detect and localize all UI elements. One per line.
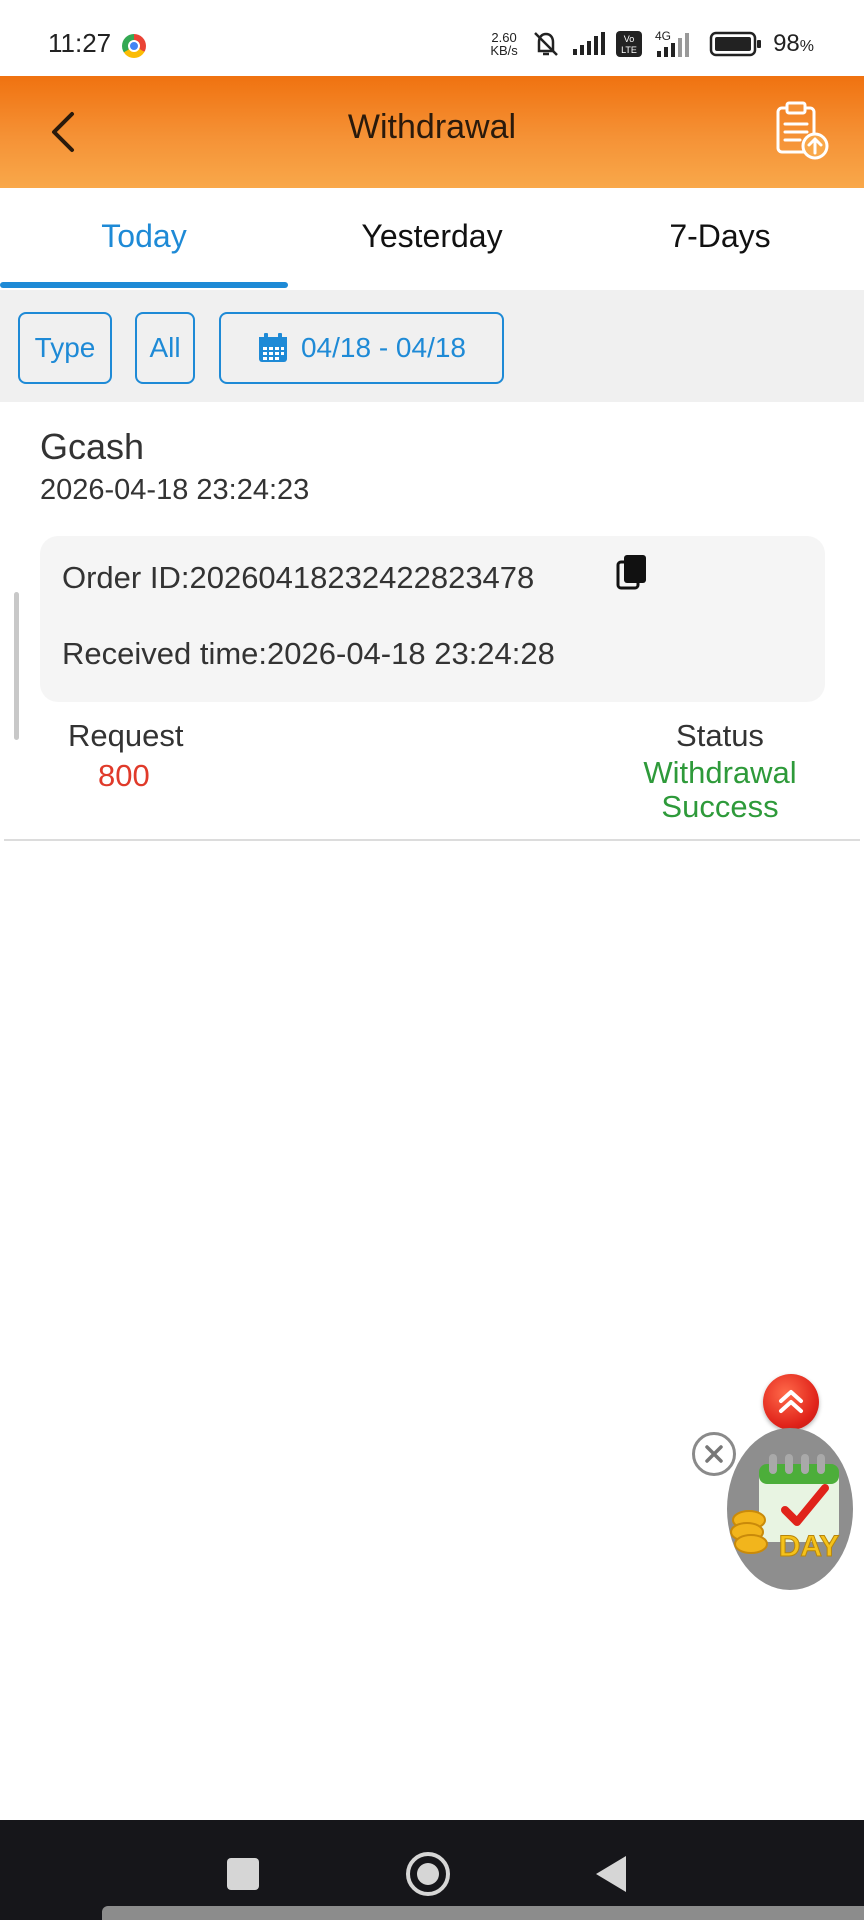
close-widget-button[interactable] — [692, 1432, 736, 1476]
tab-7-days[interactable]: 7-Days — [576, 188, 864, 290]
status-icons: 2.60 KB/s Vo LTE 4G 98% — [487, 26, 814, 62]
back-nav-button[interactable] — [596, 1856, 626, 1892]
recents-button[interactable] — [227, 1858, 259, 1890]
request-amount: 800 — [98, 758, 150, 793]
calendar-icon — [258, 333, 287, 362]
tab-today[interactable]: Today — [0, 188, 288, 290]
tab-yesterday[interactable]: Yesterday — [288, 188, 576, 290]
battery-percent: 98% — [773, 30, 814, 57]
app-header: Withdrawal — [0, 76, 864, 188]
list-item: Gcash 2026-04-18 23:24:23 Order ID:20260… — [0, 402, 864, 842]
all-filter-button[interactable]: All — [135, 312, 195, 384]
system-nav-bar — [0, 1820, 864, 1920]
record-datetime: 2026-04-18 23:24:23 — [40, 474, 310, 506]
received-time: Received time:2026-04-18 23:24:28 — [62, 636, 555, 671]
order-details: Order ID:20260418232422823478 Received t… — [40, 536, 825, 702]
status-badge: Withdrawal Success — [643, 755, 797, 824]
double-chevron-up-icon — [779, 1390, 803, 1413]
volte-icon: Vo LTE — [616, 31, 643, 57]
date-tabs: Today Yesterday 7-Days — [0, 188, 864, 290]
type-filter-button[interactable]: Type — [18, 312, 112, 384]
calendar-check-icon: DAY — [730, 1454, 840, 1564]
status-label: Status — [676, 718, 764, 753]
status-time: 11:27 — [48, 28, 112, 58]
svg-text:LTE: LTE — [621, 45, 637, 55]
network-speed: 2.60 KB/s — [487, 31, 521, 57]
scroll-top-button[interactable] — [763, 1374, 819, 1430]
type-filter-label: Type — [34, 332, 96, 363]
payment-method: Gcash — [40, 426, 145, 467]
signal-4g-icon: 4G — [655, 29, 690, 57]
page-title: Withdrawal — [347, 108, 517, 146]
daily-checkin-widget[interactable]: DAY — [727, 1428, 853, 1590]
divider — [4, 839, 860, 841]
daily-label: DAY — [779, 1530, 840, 1563]
svg-text:Vo: Vo — [624, 34, 635, 44]
request-label: Request — [68, 718, 184, 753]
bell-muted-icon — [534, 32, 558, 56]
clipboard-upload-icon[interactable] — [774, 100, 830, 162]
scroll-indicator — [14, 592, 19, 740]
copy-icon[interactable] — [616, 552, 648, 594]
date-range-label: 04/18 - 04/18 — [300, 332, 467, 363]
battery-icon — [709, 31, 762, 57]
network-type-label: 4G — [655, 29, 671, 43]
status-bar: 11:27 2.60 KB/s Vo LTE 4G 98% — [0, 0, 864, 76]
filter-bar: Type All 04/18 - 04/18 — [0, 290, 864, 402]
all-filter-label: All — [149, 332, 181, 363]
close-icon — [705, 1445, 723, 1463]
gesture-bar — [102, 1906, 864, 1920]
signal-icon — [573, 32, 606, 55]
date-range-button[interactable]: 04/18 - 04/18 — [219, 312, 504, 384]
chrome-icon — [122, 34, 146, 58]
home-button[interactable] — [406, 1852, 450, 1896]
network-speed-unit: KB/s — [490, 43, 518, 58]
order-id: Order ID:20260418232422823478 — [62, 560, 535, 595]
